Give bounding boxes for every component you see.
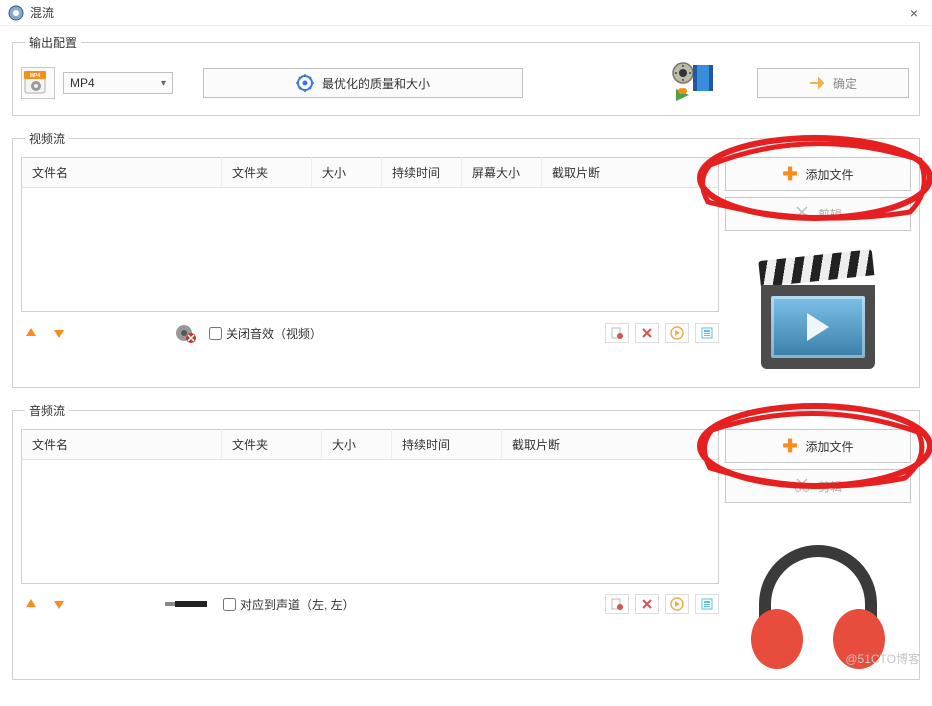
video-thumbnail <box>753 267 883 377</box>
scissors-icon <box>794 477 810 496</box>
channel-map-checkbox[interactable]: 对应到声道（左, 左） <box>223 596 355 613</box>
output-format-select[interactable]: MP4 ▾ <box>63 72 173 94</box>
col-clip[interactable]: 截取片断 <box>502 430 719 460</box>
col-folder[interactable]: 文件夹 <box>222 158 312 188</box>
output-config-section: 输出配置 MP4 MP4 ▾ 最优化的质量和大小 <box>12 34 920 116</box>
gear-icon <box>296 74 314 92</box>
chevron-down-icon: ▾ <box>161 78 166 89</box>
window-title: 混流 <box>30 4 54 21</box>
plus-icon: ✚ <box>782 165 797 183</box>
move-down-button[interactable] <box>49 594 69 614</box>
mute-video-checkbox[interactable]: 关闭音效（视频） <box>209 325 322 342</box>
col-duration[interactable]: 持续时间 <box>392 430 502 460</box>
output-config-legend: 输出配置 <box>25 34 81 51</box>
arrow-right-icon <box>809 75 825 91</box>
move-up-button[interactable] <box>21 594 41 614</box>
col-folder[interactable]: 文件夹 <box>222 430 322 460</box>
move-down-button[interactable] <box>49 323 69 343</box>
col-filename[interactable]: 文件名 <box>22 430 222 460</box>
jack-icon <box>175 601 207 607</box>
title-bar: 混流 × <box>0 0 932 26</box>
audio-file-table: 文件名 文件夹 大小 持续时间 截取片断 <box>21 429 719 460</box>
col-filename[interactable]: 文件名 <box>22 158 222 188</box>
tool-info-button[interactable] <box>695 323 719 343</box>
col-duration[interactable]: 持续时间 <box>382 158 462 188</box>
output-format-icon: MP4 <box>21 67 55 99</box>
add-video-file-label: 添加文件 <box>806 166 854 183</box>
trim-video-label: 剪辑 <box>818 206 842 223</box>
move-up-button[interactable] <box>21 323 41 343</box>
video-file-table: 文件名 文件夹 大小 持续时间 屏幕大小 截取片断 <box>21 157 719 188</box>
svg-text:MP4: MP4 <box>30 73 41 79</box>
col-clip[interactable]: 截取片断 <box>542 158 719 188</box>
tool-info-button[interactable] <box>695 594 719 614</box>
table-header-row: 文件名 文件夹 大小 持续时间 屏幕大小 截取片断 <box>22 158 719 188</box>
mux-illustration-icon <box>671 61 719 105</box>
audio-stream-legend: 音频流 <box>25 402 69 419</box>
video-stream-section: 视频流 文件名 文件夹 大小 持续时间 屏幕大小 截取片断 <box>12 130 920 388</box>
col-size[interactable]: 大小 <box>322 430 392 460</box>
audio-stream-section: 音频流 文件名 文件夹 大小 持续时间 截取片断 <box>12 402 920 680</box>
quality-settings-button[interactable]: 最优化的质量和大小 <box>203 68 523 98</box>
add-audio-file-label: 添加文件 <box>806 438 854 455</box>
trim-audio-label: 剪辑 <box>818 478 842 495</box>
video-stream-legend: 视频流 <box>25 130 69 147</box>
mute-icon <box>175 322 197 344</box>
watermark-text: @51CTO博客 <box>845 650 920 667</box>
tool-play-button[interactable] <box>665 594 689 614</box>
table-header-row: 文件名 文件夹 大小 持续时间 截取片断 <box>22 430 719 460</box>
output-format-value: MP4 <box>70 76 95 90</box>
quality-label: 最优化的质量和大小 <box>322 75 430 92</box>
ok-label: 确定 <box>833 75 857 92</box>
audio-table-body[interactable] <box>21 460 719 584</box>
ok-button[interactable]: 确定 <box>757 68 909 98</box>
col-screensize[interactable]: 屏幕大小 <box>462 158 542 188</box>
video-table-body[interactable] <box>21 188 719 312</box>
trim-audio-button[interactable]: 剪辑 <box>725 469 911 503</box>
channel-map-label: 对应到声道（左, 左） <box>240 596 355 613</box>
trim-video-button[interactable]: 剪辑 <box>725 197 911 231</box>
scissors-icon <box>794 205 810 224</box>
tool-delete-button[interactable] <box>635 323 659 343</box>
mute-video-label: 关闭音效（视频） <box>226 325 322 342</box>
tool-remove-button[interactable] <box>605 594 629 614</box>
app-icon <box>8 5 24 21</box>
col-size[interactable]: 大小 <box>312 158 382 188</box>
mute-video-checkbox-input[interactable] <box>209 327 222 340</box>
add-video-file-button[interactable]: ✚ 添加文件 <box>725 157 911 191</box>
add-audio-file-button[interactable]: ✚ 添加文件 <box>725 429 911 463</box>
tool-play-button[interactable] <box>665 323 689 343</box>
channel-map-checkbox-input[interactable] <box>223 598 236 611</box>
tool-remove-button[interactable] <box>605 323 629 343</box>
plus-icon: ✚ <box>782 437 797 455</box>
tool-delete-button[interactable] <box>635 594 659 614</box>
close-button[interactable]: × <box>904 3 924 23</box>
